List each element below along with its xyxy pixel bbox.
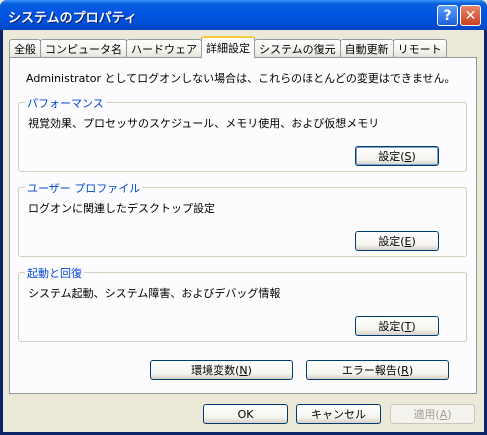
advanced-tab-panel: Administrator としてログオンしない場合は、これらのほとんどの変更は…: [9, 57, 477, 394]
error-reporting-button[interactable]: エラー報告(R): [306, 360, 449, 380]
user-profile-group: ユーザー プロファイル ログオンに関連したデスクトップ設定 設定(E): [18, 180, 467, 257]
ok-button[interactable]: OK: [203, 404, 288, 424]
title-bar[interactable]: システムのプロパティ ? ✕: [0, 0, 487, 30]
startup-recovery-settings-button[interactable]: 設定(T): [355, 316, 439, 336]
performance-settings-button[interactable]: 設定(S): [355, 146, 439, 166]
performance-group-title: パフォーマンス: [25, 95, 106, 111]
startup-recovery-description: システム起動、システム障害、およびデバッグ情報: [28, 287, 281, 300]
tab-general[interactable]: 全般: [9, 39, 41, 58]
dialog-client-area: 全般 コンピュータ名 ハードウェア 詳細設定 システムの復元 自動更新 リモート…: [3, 30, 484, 432]
user-profile-description: ログオンに関連したデスクトップ設定: [28, 202, 215, 215]
startup-recovery-group-title: 起動と回復: [25, 265, 84, 281]
help-button[interactable]: ?: [437, 5, 458, 26]
tab-strip: 全般 コンピュータ名 ハードウェア 詳細設定 システムの復元 自動更新 リモート: [9, 36, 447, 58]
window-title: システムのプロパティ: [8, 11, 137, 26]
startup-recovery-group: 起動と回復 システム起動、システム障害、およびデバッグ情報 設定(T): [18, 265, 467, 342]
system-properties-window: システムのプロパティ ? ✕ 全般 コンピュータ名 ハードウェア 詳細設定 シス…: [0, 0, 487, 435]
close-icon: ✕: [464, 7, 477, 24]
tab-hardware[interactable]: ハードウェア: [126, 39, 202, 58]
performance-group: パフォーマンス 視覚効果、プロセッサのスケジュール、メモリ使用、および仮想メモリ…: [18, 95, 467, 172]
environment-variables-button[interactable]: 環境変数(N): [150, 360, 293, 380]
help-icon: ?: [443, 7, 452, 24]
tab-system-restore[interactable]: システムの復元: [254, 39, 341, 58]
apply-button[interactable]: 適用(A): [390, 404, 475, 424]
cancel-button[interactable]: キャンセル: [296, 404, 381, 424]
close-button[interactable]: ✕: [460, 5, 481, 26]
tab-advanced[interactable]: 詳細設定: [201, 36, 255, 58]
tab-remote[interactable]: リモート: [392, 39, 447, 58]
user-profile-settings-button[interactable]: 設定(E): [355, 231, 439, 251]
tab-computer-name[interactable]: コンピュータ名: [40, 39, 127, 58]
admin-note: Administrator としてログオンしない場合は、これらのほとんどの変更は…: [26, 72, 456, 85]
user-profile-group-title: ユーザー プロファイル: [25, 180, 143, 196]
performance-description: 視覚効果、プロセッサのスケジュール、メモリ使用、および仮想メモリ: [28, 117, 380, 130]
tab-automatic-updates[interactable]: 自動更新: [339, 39, 394, 58]
